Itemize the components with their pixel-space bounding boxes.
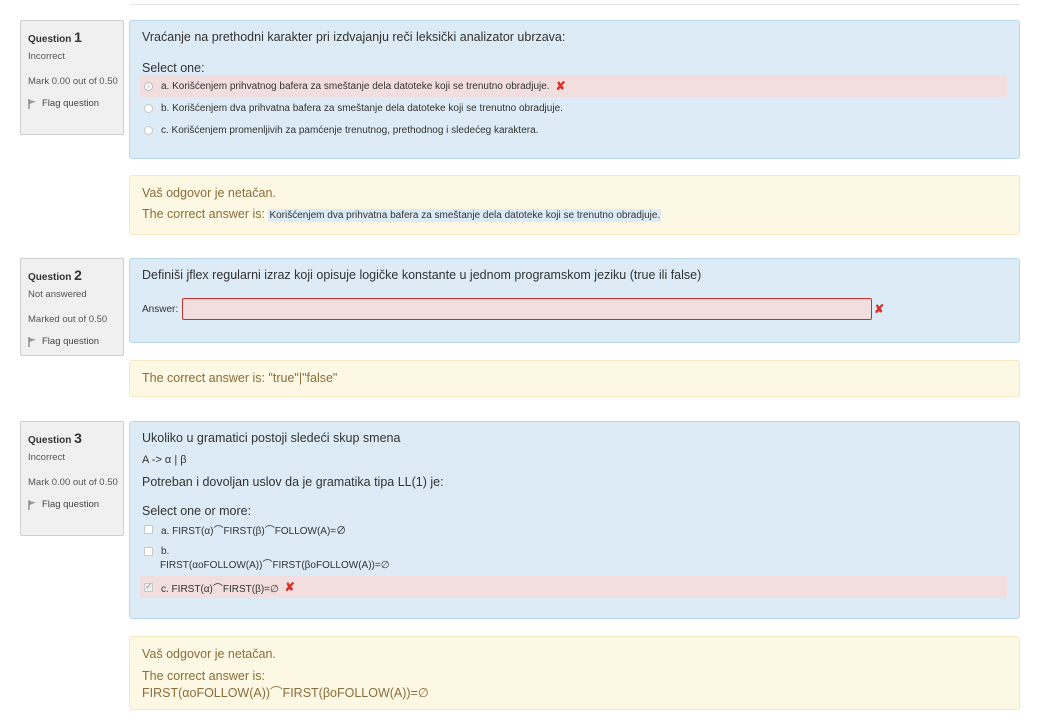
checkbox-b[interactable] <box>144 546 153 556</box>
answer-label: Answer: <box>142 303 179 315</box>
correct-answer-value: Korišćenjem dva prihvatna bafera za smeš… <box>268 209 662 222</box>
incorrect-icon: ✘ <box>874 302 885 316</box>
option-b-label: b. Korišćenjem dva prihvatna bafera za s… <box>161 102 563 114</box>
question-formulation: Vraćanje na prethodni karakter pri izdva… <box>129 20 1020 159</box>
question-state: Not answered <box>28 289 87 300</box>
answer-row: Answer: ✘ <box>142 298 1007 320</box>
answer-input[interactable] <box>182 298 873 320</box>
question-formulation: Definiši jflex regularni izraz koji opis… <box>129 258 1020 343</box>
previous-section-divider <box>130 0 1020 5</box>
question-grade: Mark 0.00 out of 0.50 <box>28 76 118 87</box>
answer-option-a[interactable]: a. Korišćenjem prihvatnog bafera za smeš… <box>140 75 1007 97</box>
flag-icon <box>28 499 36 510</box>
radio-button-a[interactable] <box>144 81 153 91</box>
question-number-value: 2 <box>74 267 82 283</box>
question-number-value: 1 <box>74 29 82 45</box>
question-text: Vraćanje na prethodni karakter pri izdva… <box>142 30 566 44</box>
correct-answer-value: FIRST(αoFOLLOW(A))⌒FIRST(βoFOLLOW(A))=∅ <box>142 686 429 700</box>
question-info: Question 1 Incorrect Mark 0.00 out of 0.… <box>20 20 124 135</box>
answer-option-c[interactable]: c. Korišćenjem promenljivih za pamćenje … <box>140 119 1007 141</box>
question-text-line-2: A -> α | β <box>142 454 187 466</box>
flag-question-label: Flag question <box>42 336 100 347</box>
flag-icon <box>28 98 36 109</box>
option-b-label-continued: FIRST(αoFOLLOW(A))⌒FIRST(βoFOLLOW(A))=∅ <box>160 560 390 571</box>
flag-question-label: Flag question <box>42 98 100 109</box>
answer-prompt: Select one or more: <box>142 504 252 518</box>
flag-icon <box>28 336 36 347</box>
correct-answer-label: The correct answer is: <box>142 207 265 221</box>
answer-option-b[interactable]: b. <box>140 542 1007 560</box>
question-state: Incorrect <box>28 452 65 463</box>
question-state: Incorrect <box>28 51 65 62</box>
option-c-label: c. Korišćenjem promenljivih za pamćenje … <box>161 124 539 136</box>
question-number-value: 3 <box>74 430 82 446</box>
option-a-label: a. Korišćenjem prihvatnog bafera za smeš… <box>161 80 550 92</box>
radio-button-c[interactable] <box>144 125 153 135</box>
option-a-label: a. FIRST(α)⌒FIRST(β)⌒FOLLOW(A)=∅ <box>161 525 347 537</box>
question-label: Question <box>28 435 72 446</box>
radio-button-b[interactable] <box>144 103 153 113</box>
feedback-message: Vaš odgovor je netačan. <box>142 186 276 200</box>
question-text-line-1: Ukoliko u gramatici postoji sledeći skup… <box>142 431 401 445</box>
answer-option-a[interactable]: a. FIRST(α)⌒FIRST(β)⌒FOLLOW(A)=∅ <box>140 518 1007 540</box>
flag-question-link[interactable]: Flag question <box>28 499 123 510</box>
question-formulation: Ukoliko u gramatici postoji sledeći skup… <box>129 421 1020 619</box>
correct-answer: The correct answer is: "true"|"false" <box>142 371 338 385</box>
question-grade: Mark 0.00 out of 0.50 <box>28 477 118 488</box>
answer-option-c[interactable]: c. FIRST(α)⌒FIRST(β)=∅ ✘ <box>140 576 1007 598</box>
incorrect-icon: ✘ <box>284 580 295 594</box>
question-feedback: Vaš odgovor je netačan. The correct answ… <box>129 636 1020 710</box>
option-c-label: c. FIRST(α)⌒FIRST(β)=∅ <box>161 583 279 595</box>
correct-answer: The correct answer is: Korišćenjem dva p… <box>142 204 1007 226</box>
question-number: Question 1 <box>28 29 123 45</box>
answer-prompt: Select one: <box>142 61 205 75</box>
incorrect-icon: ✘ <box>555 79 566 93</box>
question-info: Question 3 Incorrect Mark 0.00 out of 0.… <box>20 421 124 536</box>
checkbox-c[interactable] <box>144 581 153 592</box>
flag-question-link[interactable]: Flag question <box>28 98 123 109</box>
flag-question-label: Flag question <box>42 499 100 510</box>
question-feedback: The correct answer is: "true"|"false" <box>129 360 1020 397</box>
question-feedback: Vaš odgovor je netačan. The correct answ… <box>129 175 1020 235</box>
question-label: Question <box>28 272 72 283</box>
question-number: Question 2 <box>28 267 123 283</box>
answer-option-b[interactable]: b. Korišćenjem dva prihvatna bafera za s… <box>140 97 1007 119</box>
option-b-label: b. <box>161 545 170 557</box>
feedback-message: Vaš odgovor je netačan. <box>142 647 276 661</box>
checkbox-a[interactable] <box>144 524 153 534</box>
question-number: Question 3 <box>28 430 123 446</box>
correct-answer-label: The correct answer is: <box>142 669 265 683</box>
question-info: Question 2 Not answered Marked out of 0.… <box>20 258 124 356</box>
flag-question-link[interactable]: Flag question <box>28 336 123 347</box>
question-text-line-3: Potreban i dovoljan uslov da je gramatik… <box>142 475 444 489</box>
question-label: Question <box>28 34 72 45</box>
question-grade: Marked out of 0.50 <box>28 314 108 325</box>
question-text: Definiši jflex regularni izraz koji opis… <box>142 268 702 282</box>
